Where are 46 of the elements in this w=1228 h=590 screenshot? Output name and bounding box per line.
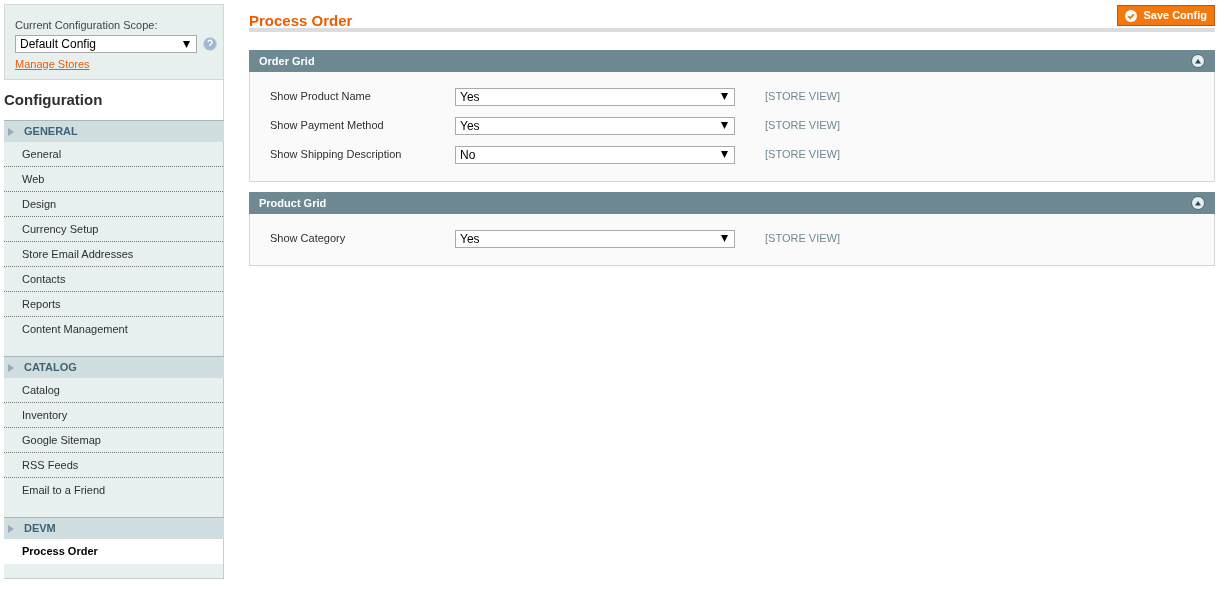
sidebar-item[interactable]: Content Management [4,317,223,342]
sidebar-item[interactable]: Contacts [4,267,223,292]
sidebar-item[interactable]: Web [4,167,223,192]
sidebar-item[interactable]: Design [4,192,223,217]
scope-label: Current Configuration Scope: [15,18,159,32]
sidebar-item[interactable]: Google Sitemap [4,428,223,453]
group-header[interactable]: GENERAL [4,120,224,142]
checkmark-icon [1125,9,1138,22]
expand-arrow-icon [8,127,14,136]
group-header[interactable]: DEVM [4,517,224,539]
collapse-icon[interactable] [1191,54,1205,68]
sidebar-item[interactable]: Process Order [4,539,223,564]
caret-icon [183,40,190,48]
field-label: Show Category [269,231,347,247]
field-label: Show Shipping Description [269,147,403,163]
sidebar-item[interactable]: Reports [4,292,223,317]
dropdown[interactable]: Default Config [15,35,197,53]
field-label: Show Payment Method [269,118,385,134]
collapse-icon[interactable] [1191,196,1205,210]
caret-icon [721,235,728,242]
caret-icon [721,122,728,129]
dropdown[interactable]: Yes [455,87,735,106]
sidebar-item[interactable]: Catalog [4,378,223,403]
caret-icon [721,93,728,100]
sidebar-title: Configuration [4,89,103,110]
sidebar-item[interactable]: General [4,142,223,167]
sidebar-item[interactable]: Store Email Addresses [4,242,223,267]
scope-note: [STORE VIEW] [765,118,840,134]
expand-arrow-icon [8,524,14,533]
sidebar-item[interactable]: RSS Feeds [4,453,223,478]
page-title: Process Order [249,11,353,31]
dropdown[interactable]: Yes [455,116,735,135]
section-header[interactable]: Order Grid [249,50,1215,72]
group-header[interactable]: CATALOG [4,356,224,378]
caret-icon [721,151,728,158]
sidebar-item[interactable]: Currency Setup [4,217,223,242]
scope-note: [STORE VIEW] [765,89,840,105]
scope-note: [STORE VIEW] [765,147,840,163]
field-label: Show Product Name [269,89,372,105]
dropdown[interactable]: No [455,145,735,164]
dropdown[interactable]: Yes [455,229,735,248]
section-header[interactable]: Product Grid [249,192,1215,214]
sidebar-item[interactable]: Inventory [4,403,223,428]
scope-note: [STORE VIEW] [765,231,840,247]
expand-arrow-icon [8,363,14,372]
sidebar-item[interactable]: Email to a Friend [4,478,223,503]
